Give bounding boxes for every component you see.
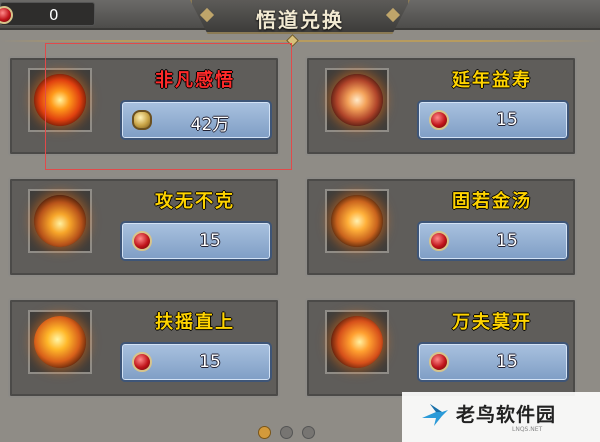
currency-display: 0 — [0, 2, 95, 26]
item-icon-frame — [325, 189, 389, 253]
exchange-card-gongwu-buke[interactable]: 攻无不克 15 — [8, 177, 280, 277]
price-button[interactable]: 15 — [120, 342, 272, 382]
item-name: 固若金汤 — [452, 191, 532, 212]
watermark-text: 老鸟软件园 — [456, 404, 557, 426]
watermark-subtext: LNQS.NET — [512, 426, 543, 433]
item-name: 攻无不克 — [155, 191, 235, 212]
page-dot-2[interactable] — [280, 426, 293, 439]
item-icon-frame — [325, 310, 389, 374]
price-button[interactable]: 15 — [417, 100, 569, 140]
divider — [0, 40, 600, 42]
vortex-orb-icon — [331, 316, 383, 368]
hexagram-orb-icon — [331, 195, 383, 247]
price-button[interactable]: 15 — [120, 221, 272, 261]
page-dot-1[interactable] — [258, 426, 271, 439]
price-value: 15 — [199, 231, 221, 251]
item-name: 延年益寿 — [452, 70, 532, 91]
page-title: 悟道兑换 — [256, 8, 344, 32]
watermark: 老鸟软件园 LNQS.NET — [402, 392, 600, 442]
selection-highlight — [45, 43, 292, 170]
starburst-orb-icon — [331, 74, 383, 126]
top-bar: 0 悟道兑换 — [0, 0, 600, 34]
title-plate: 悟道兑换 — [190, 0, 410, 34]
pyramid-orb-icon — [34, 195, 86, 247]
swirl-orb-icon — [34, 316, 86, 368]
item-name: 扶摇直上 — [155, 312, 235, 333]
exchange-card-wanfu-mokai[interactable]: 万夫莫开 15 — [305, 298, 577, 398]
price-button[interactable]: 15 — [417, 342, 569, 382]
red-gem-icon — [429, 352, 449, 372]
red-gem-icon — [429, 110, 449, 130]
item-icon-frame — [28, 310, 92, 374]
price-value: 15 — [199, 352, 221, 372]
red-gem-icon — [0, 6, 13, 24]
page-dot-3[interactable] — [302, 426, 315, 439]
exchange-card-yannian-yishou[interactable]: 延年益寿 15 — [305, 56, 577, 156]
item-name: 万夫莫开 — [452, 312, 532, 333]
price-value: 15 — [496, 110, 518, 130]
price-value: 15 — [496, 352, 518, 372]
item-icon-frame — [28, 189, 92, 253]
price-button[interactable]: 15 — [417, 221, 569, 261]
item-icon-frame — [325, 68, 389, 132]
red-gem-icon — [132, 231, 152, 251]
currency-value: 0 — [49, 6, 59, 24]
red-gem-icon — [132, 352, 152, 372]
exchange-card-guruo-jintang[interactable]: 固若金汤 15 — [305, 177, 577, 277]
price-value: 15 — [496, 231, 518, 251]
red-gem-icon — [429, 231, 449, 251]
bird-logo-icon — [422, 404, 448, 426]
exchange-card-fuyao-zhishang[interactable]: 扶摇直上 15 — [8, 298, 280, 398]
